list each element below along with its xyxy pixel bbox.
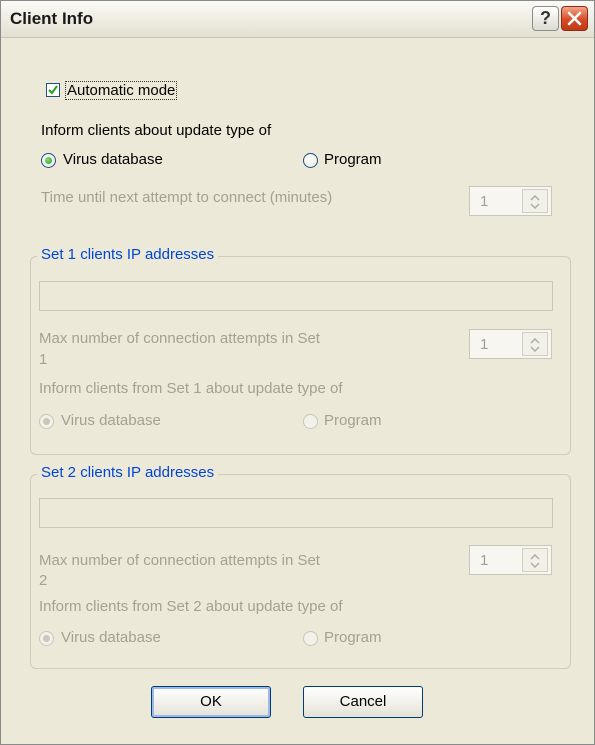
set1-radio-virus-database-label[interactable]: Virus database bbox=[61, 412, 161, 429]
ok-button[interactable]: OK bbox=[151, 686, 271, 718]
set2-radio-virus-database[interactable] bbox=[39, 631, 54, 646]
set1-attempts-label-line2: 1 bbox=[39, 351, 48, 368]
reconnect-time-spinner[interactable]: 1 bbox=[469, 186, 552, 216]
spin-up-icon bbox=[530, 195, 540, 201]
radio-virus-database[interactable] bbox=[41, 153, 56, 168]
radio-selected-dot bbox=[43, 418, 50, 425]
help-button[interactable]: ? bbox=[532, 6, 559, 31]
radio-selected-dot bbox=[43, 635, 50, 642]
spin-down-icon bbox=[530, 203, 540, 209]
set2-ip-input[interactable] bbox=[39, 498, 553, 528]
title-bar[interactable]: Client Info ? bbox=[1, 1, 594, 38]
set1-attempts-spinner[interactable]: 1 bbox=[469, 329, 552, 359]
spinner-buttons[interactable] bbox=[522, 548, 548, 572]
help-icon: ? bbox=[540, 8, 551, 28]
set2-attempts-spinner[interactable]: 1 bbox=[469, 545, 552, 575]
radio-selected-dot bbox=[45, 157, 52, 164]
set2-radio-virus-database-label[interactable]: Virus database bbox=[61, 629, 161, 646]
set2-radio-program[interactable] bbox=[303, 631, 318, 646]
close-icon bbox=[567, 11, 582, 26]
automatic-mode-checkbox[interactable] bbox=[46, 83, 60, 97]
checkmark-icon bbox=[48, 85, 58, 95]
set1-legend: Set 1 clients IP addresses bbox=[37, 246, 219, 263]
radio-program[interactable] bbox=[303, 153, 318, 168]
cancel-button[interactable]: Cancel bbox=[303, 686, 423, 718]
set1-attempts-label: Max number of connection attempts in Set bbox=[39, 330, 320, 347]
spinner-buttons[interactable] bbox=[522, 332, 548, 356]
client-info-dialog: Client Info ? Automatic mode Inform clie… bbox=[0, 0, 595, 745]
close-button[interactable] bbox=[561, 6, 588, 31]
reconnect-time-value: 1 bbox=[480, 193, 489, 210]
set2-attempts-value: 1 bbox=[480, 552, 489, 569]
radio-virus-database-label[interactable]: Virus database bbox=[63, 151, 163, 168]
set2-attempts-label: Max number of connection attempts in Set bbox=[39, 552, 320, 569]
spin-down-icon bbox=[530, 562, 540, 568]
reconnect-time-label: Time until next attempt to connect (minu… bbox=[41, 189, 333, 206]
window-title: Client Info bbox=[10, 9, 94, 28]
set1-radio-virus-database[interactable] bbox=[39, 414, 54, 429]
set2-radio-program-label[interactable]: Program bbox=[324, 629, 382, 646]
spinner-buttons[interactable] bbox=[522, 189, 548, 213]
set1-radio-program[interactable] bbox=[303, 414, 318, 429]
spin-up-icon bbox=[530, 554, 540, 560]
spin-down-icon bbox=[530, 346, 540, 352]
automatic-mode-label[interactable]: Automatic mode bbox=[65, 81, 178, 100]
set2-legend: Set 2 clients IP addresses bbox=[37, 464, 219, 481]
set1-attempts-value: 1 bbox=[480, 336, 489, 353]
set2-inform-label: Inform clients from Set 2 about update t… bbox=[39, 598, 343, 615]
radio-program-label[interactable]: Program bbox=[324, 151, 382, 168]
set2-attempts-label-line2: 2 bbox=[39, 572, 48, 589]
set1-radio-program-label[interactable]: Program bbox=[324, 412, 382, 429]
set1-inform-label: Inform clients from Set 1 about update t… bbox=[39, 380, 343, 397]
set1-ip-input[interactable] bbox=[39, 281, 553, 311]
spin-up-icon bbox=[530, 338, 540, 344]
update-type-heading: Inform clients about update type of bbox=[41, 122, 272, 139]
